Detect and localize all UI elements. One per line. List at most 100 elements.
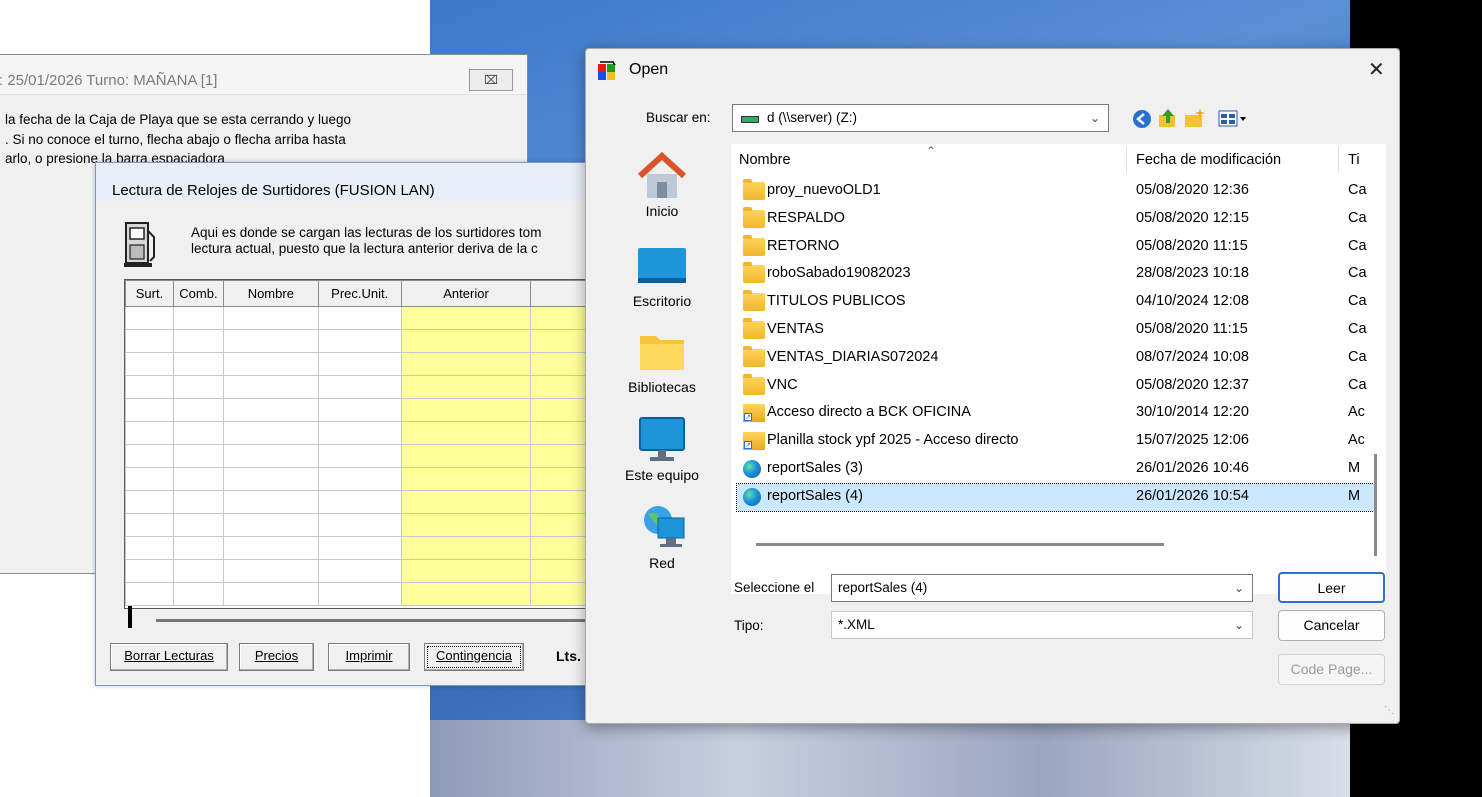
grid-cell[interactable] [400, 421, 532, 445]
col-precio[interactable]: Prec.Unit. [317, 280, 402, 307]
grid-cell[interactable] [222, 398, 319, 422]
column-header-date[interactable]: Fecha de modificación [1136, 152, 1281, 168]
grid-cell[interactable] [400, 398, 532, 422]
grid-cell[interactable] [317, 467, 402, 491]
file-row[interactable]: reportSales (4) 26/01/2026 10:54 M [736, 482, 1377, 512]
grid-cell[interactable] [400, 582, 532, 606]
grid-cell[interactable] [400, 513, 532, 537]
grid-cell[interactable] [125, 444, 174, 468]
col-nombre[interactable]: Nombre [222, 280, 319, 307]
grid-cell[interactable] [317, 329, 402, 353]
file-row[interactable]: VNC 05/08/2020 12:37 Ca [731, 373, 1386, 400]
file-row[interactable]: VENTAS 05/08/2020 11:15 Ca [731, 317, 1386, 344]
grid-cell[interactable] [222, 444, 319, 468]
grid-cell[interactable] [317, 559, 402, 583]
grid-cell[interactable] [317, 513, 402, 537]
place-escritorio[interactable]: Escritorio [598, 244, 726, 309]
col-surt[interactable]: Surt. [125, 280, 174, 307]
grid-cell[interactable] [317, 490, 402, 514]
grid-cell[interactable] [400, 329, 532, 353]
grid-cell[interactable] [222, 375, 319, 399]
grid-cell[interactable] [222, 467, 319, 491]
precios-button[interactable]: Precios [239, 643, 314, 671]
dialog-close-button[interactable]: ✕ [1368, 57, 1385, 82]
borrar-lecturas-button[interactable]: Borrar Lecturas [110, 643, 228, 671]
grid-cell[interactable] [317, 398, 402, 422]
column-header-type[interactable]: Ti [1348, 152, 1360, 168]
contingencia-button[interactable]: Contingencia [424, 643, 524, 671]
column-header-name[interactable]: Nombre [739, 152, 791, 168]
grid-cell[interactable] [172, 375, 224, 399]
grid-cell[interactable] [125, 421, 174, 445]
filename-combo[interactable]: reportSales (4) ⌄ [831, 574, 1253, 602]
grid-cell[interactable] [222, 352, 319, 376]
grid-cell[interactable] [125, 352, 174, 376]
caja-close-button[interactable]: ⌧ [469, 69, 513, 91]
grid-cell[interactable] [172, 444, 224, 468]
vertical-scrollbar[interactable] [1374, 454, 1377, 556]
grid-cell[interactable] [172, 536, 224, 560]
grid-cell[interactable] [172, 306, 224, 330]
back-icon[interactable] [1132, 109, 1152, 129]
place-bibliotecas[interactable]: Bibliotecas [598, 330, 726, 395]
grid-cell[interactable] [125, 582, 174, 606]
grid-cell[interactable] [125, 559, 174, 583]
grid-cell[interactable] [125, 398, 174, 422]
view-menu-icon[interactable] [1218, 109, 1248, 129]
file-row[interactable]: ↗ Acceso directo a BCK OFICINA 30/10/2014 … [731, 400, 1386, 427]
lecturas-grid[interactable]: Surt. Comb. Nombre Prec.Unit. Anterior A… [124, 279, 594, 609]
grid-cell[interactable] [222, 306, 319, 330]
grid-cell[interactable] [172, 421, 224, 445]
grid-cell[interactable] [222, 559, 319, 583]
grid-cell[interactable] [172, 582, 224, 606]
grid-cell[interactable] [125, 513, 174, 537]
grid-cell[interactable] [400, 375, 532, 399]
grid-cell[interactable] [125, 490, 174, 514]
grid-cell[interactable] [172, 559, 224, 583]
col-anterior[interactable]: Anterior [400, 280, 532, 307]
up-folder-icon[interactable] [1158, 107, 1178, 129]
imprimir-button[interactable]: Imprimir [328, 643, 410, 671]
grid-cell[interactable] [172, 513, 224, 537]
col-comb[interactable]: Comb. [172, 280, 224, 307]
grid-cell[interactable] [317, 306, 402, 330]
file-row[interactable]: VENTAS_DIARIAS072024 08/07/2024 10:08 Ca [731, 345, 1386, 372]
grid-cell[interactable] [172, 398, 224, 422]
file-row[interactable]: RETORNO 05/08/2020 11:15 Ca [731, 234, 1386, 261]
grid-cell[interactable] [222, 329, 319, 353]
lookin-combo[interactable]: d (\\server) (Z:) ⌄ [732, 104, 1109, 132]
leer-button[interactable]: Leer [1278, 572, 1385, 603]
file-row[interactable]: RESPALDO 05/08/2020 12:15 Ca [731, 206, 1386, 233]
grid-cell[interactable] [172, 329, 224, 353]
grid-cell[interactable] [400, 352, 532, 376]
grid-cell[interactable] [222, 513, 319, 537]
place-este-equipo[interactable]: Este equipo [598, 416, 726, 483]
grid-cell[interactable] [400, 306, 532, 330]
grid-cell[interactable] [317, 421, 402, 445]
code-page-button[interactable]: Code Page... [1278, 654, 1385, 685]
grid-cell[interactable] [317, 444, 402, 468]
grid-cell[interactable] [317, 536, 402, 560]
grid-cell[interactable] [222, 536, 319, 560]
grid-cell[interactable] [400, 536, 532, 560]
grid-cell[interactable] [317, 375, 402, 399]
grid-cell[interactable] [125, 536, 174, 560]
grid-cell[interactable] [222, 582, 319, 606]
grid-cell[interactable] [222, 490, 319, 514]
resize-grip-icon[interactable]: ⋱ [1384, 705, 1394, 716]
grid-cell[interactable] [125, 467, 174, 491]
new-folder-icon[interactable] [1184, 107, 1206, 129]
grid-cell[interactable] [317, 582, 402, 606]
grid-cell[interactable] [125, 306, 174, 330]
grid-cell[interactable] [125, 329, 174, 353]
grid-cell[interactable] [400, 467, 532, 491]
grid-horizontal-scrollbar[interactable] [156, 619, 594, 622]
grid-cell[interactable] [317, 352, 402, 376]
file-row[interactable]: proy_nuevoOLD1 05/08/2020 12:36 Ca [731, 178, 1386, 205]
grid-cell[interactable] [222, 421, 319, 445]
horizontal-scrollbar[interactable] [756, 543, 1164, 546]
file-row[interactable]: ↗ Planilla stock ypf 2025 - Acceso direct… [731, 428, 1386, 455]
grid-cell[interactable] [172, 352, 224, 376]
grid-cell[interactable] [125, 375, 174, 399]
filetype-combo[interactable]: *.XML ⌄ [831, 611, 1253, 639]
